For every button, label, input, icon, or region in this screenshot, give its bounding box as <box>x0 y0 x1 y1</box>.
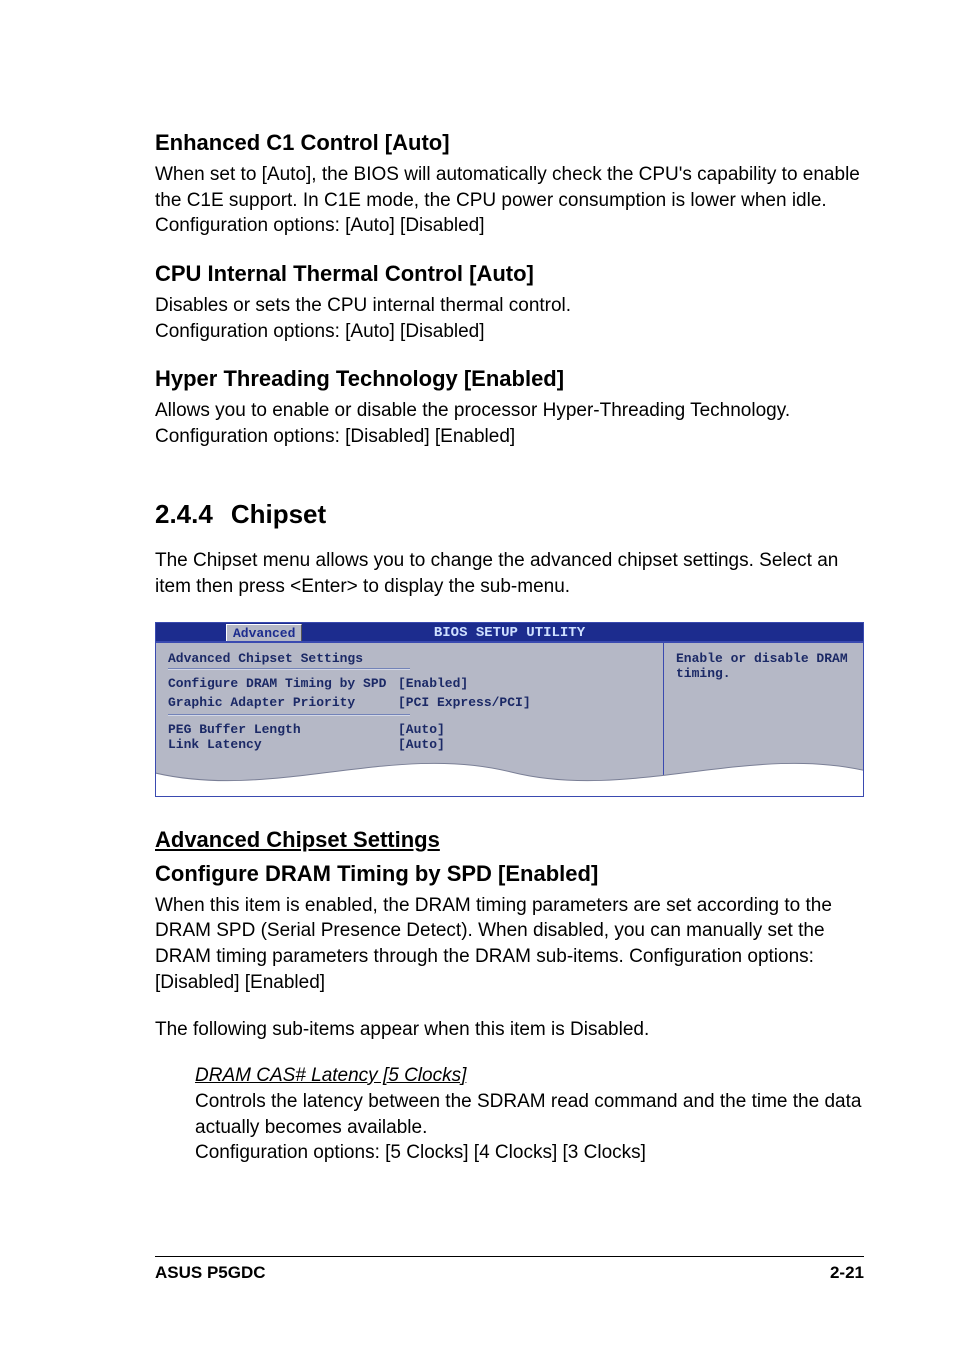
bios-row-value: [PCI Express/PCI] <box>398 695 531 710</box>
bios-divider <box>168 668 410 670</box>
bios-body: Advanced Chipset Settings Configure DRAM… <box>155 642 864 797</box>
bios-left-panel: Advanced Chipset Settings Configure DRAM… <box>156 643 663 796</box>
bios-row-value: [Enabled] <box>398 676 468 691</box>
bios-row-value: [Auto] <box>398 722 445 737</box>
chapter-intro: The Chipset menu allows you to change th… <box>155 548 864 599</box>
sub-heading-dram-cas: DRAM CAS# Latency [5 Clocks] <box>195 1065 864 1087</box>
body-configure-dram: When this item is enabled, the DRAM timi… <box>155 893 864 996</box>
bios-row: PEG Buffer Length [Auto] <box>168 722 651 737</box>
heading-enhanced-c1: Enhanced C1 Control [Auto] <box>155 130 864 156</box>
bios-help-text: Enable or disable DRAM timing. <box>676 651 851 681</box>
bios-row-label: Graphic Adapter Priority <box>168 695 398 710</box>
footer-right: 2-21 <box>830 1263 864 1283</box>
bios-row: Link Latency [Auto] <box>168 737 651 752</box>
chapter-title: Chipset <box>231 499 326 529</box>
heading-cpu-thermal: CPU Internal Thermal Control [Auto] <box>155 261 864 287</box>
bios-row: Configure DRAM Timing by SPD [Enabled] <box>168 676 651 691</box>
bios-titlebar: BIOS SETUP UTILITY Advanced <box>155 622 864 642</box>
heading-configure-dram: Configure DRAM Timing by SPD [Enabled] <box>155 861 864 887</box>
bios-row-label: Link Latency <box>168 737 398 752</box>
body-enhanced-c1: When set to [Auto], the BIOS will automa… <box>155 162 864 239</box>
note-configure-dram: The following sub-items appear when this… <box>155 1017 864 1043</box>
chapter-number: 2.4.4 <box>155 499 213 529</box>
bios-panel-heading: Advanced Chipset Settings <box>168 651 651 666</box>
bios-divider <box>168 714 410 716</box>
bios-row-value: [Auto] <box>398 737 445 752</box>
body-hyper-threading: Allows you to enable or disable the proc… <box>155 398 864 449</box>
page-footer: ASUS P5GDC 2-21 <box>155 1256 864 1283</box>
bios-help-panel: Enable or disable DRAM timing. <box>663 643 863 796</box>
chapter-heading: 2.4.4 Chipset <box>155 499 864 530</box>
bios-row: Graphic Adapter Priority [PCI Express/PC… <box>168 695 651 710</box>
sub-body-dram-cas: Controls the latency between the SDRAM r… <box>195 1089 864 1166</box>
bios-screenshot: BIOS SETUP UTILITY Advanced Advanced Chi… <box>155 622 864 797</box>
sub-block-dram-cas: DRAM CAS# Latency [5 Clocks] Controls th… <box>195 1065 864 1166</box>
footer-left: ASUS P5GDC <box>155 1263 266 1283</box>
bios-row-label: Configure DRAM Timing by SPD <box>168 676 398 691</box>
bios-row-label: PEG Buffer Length <box>168 722 398 737</box>
body-cpu-thermal: Disables or sets the CPU internal therma… <box>155 293 864 344</box>
heading-hyper-threading: Hyper Threading Technology [Enabled] <box>155 366 864 392</box>
heading-advanced-chipset: Advanced Chipset Settings <box>155 827 864 853</box>
bios-title: BIOS SETUP UTILITY <box>434 625 585 641</box>
bios-tab-advanced: Advanced <box>226 624 302 641</box>
